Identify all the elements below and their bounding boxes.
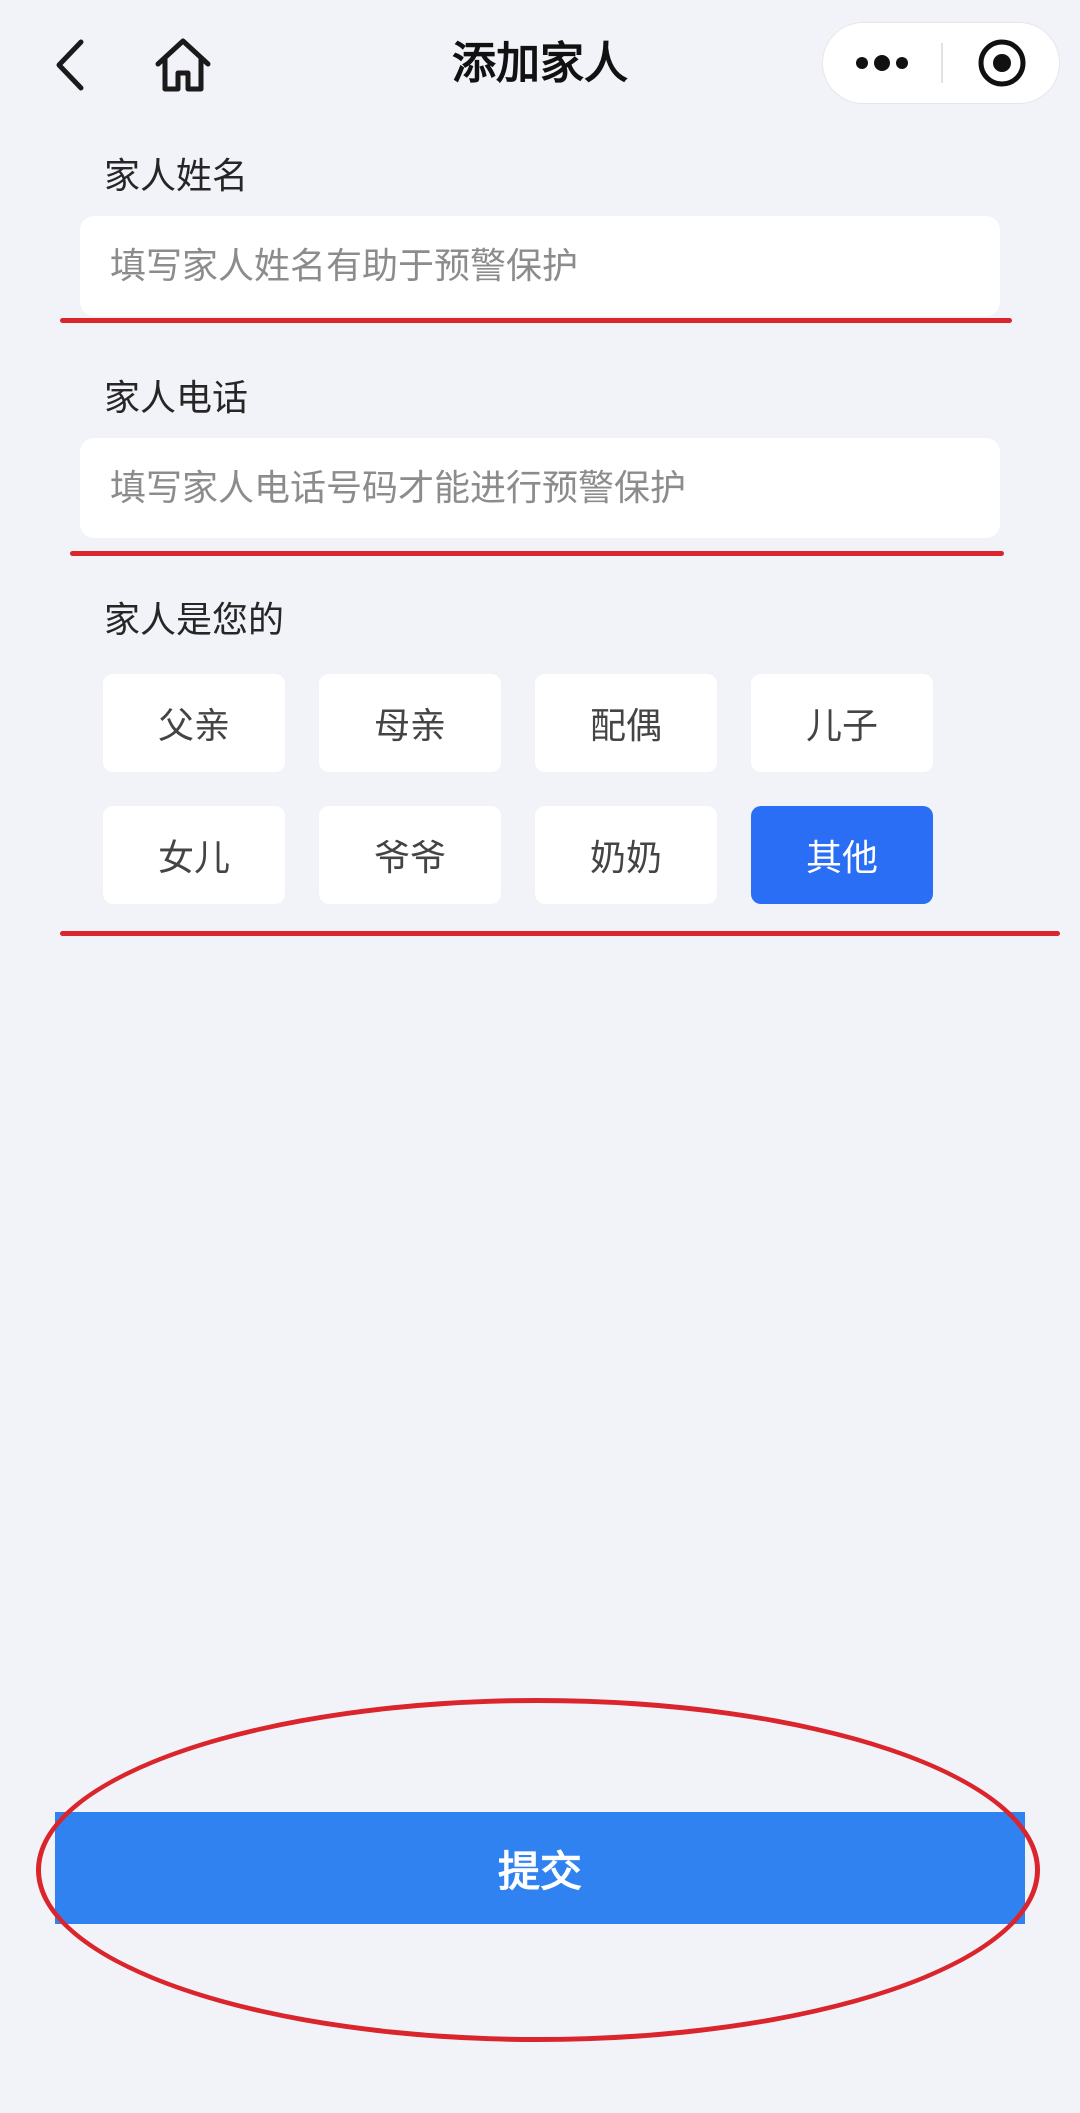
more-button[interactable]: [823, 23, 941, 103]
submit-button[interactable]: 提交: [55, 1812, 1025, 1924]
more-dots-icon: [856, 55, 908, 71]
relation-option-spouse[interactable]: 配偶: [535, 674, 717, 772]
home-button[interactable]: [148, 30, 218, 100]
phone-input[interactable]: [80, 438, 1000, 538]
annotation-underline-relation: [60, 931, 1060, 936]
back-button[interactable]: [45, 32, 95, 97]
annotation-underline-phone: [70, 551, 1004, 556]
mini-program-capsule: [822, 22, 1060, 104]
close-button[interactable]: [943, 23, 1061, 103]
relation-option-mother[interactable]: 母亲: [319, 674, 501, 772]
name-field[interactable]: [80, 216, 1000, 316]
relation-option-other[interactable]: 其他: [751, 806, 933, 904]
relation-option-daughter[interactable]: 女儿: [103, 806, 285, 904]
phone-label: 家人电话: [104, 378, 249, 419]
home-icon: [155, 38, 211, 92]
name-input[interactable]: [80, 216, 1000, 316]
target-circle-icon: [978, 39, 1026, 87]
relation-option-grandmother[interactable]: 奶奶: [535, 806, 717, 904]
relation-option-grandfather[interactable]: 爷爷: [319, 806, 501, 904]
relation-option-son[interactable]: 儿子: [751, 674, 933, 772]
annotation-underline-name: [60, 318, 1012, 323]
relation-option-father[interactable]: 父亲: [103, 674, 285, 772]
name-label: 家人姓名: [104, 156, 249, 197]
relation-label: 家人是您的: [104, 600, 285, 641]
phone-field[interactable]: [80, 438, 1000, 538]
nav-bar: 添加家人: [0, 0, 1080, 130]
chevron-left-icon: [56, 39, 84, 90]
